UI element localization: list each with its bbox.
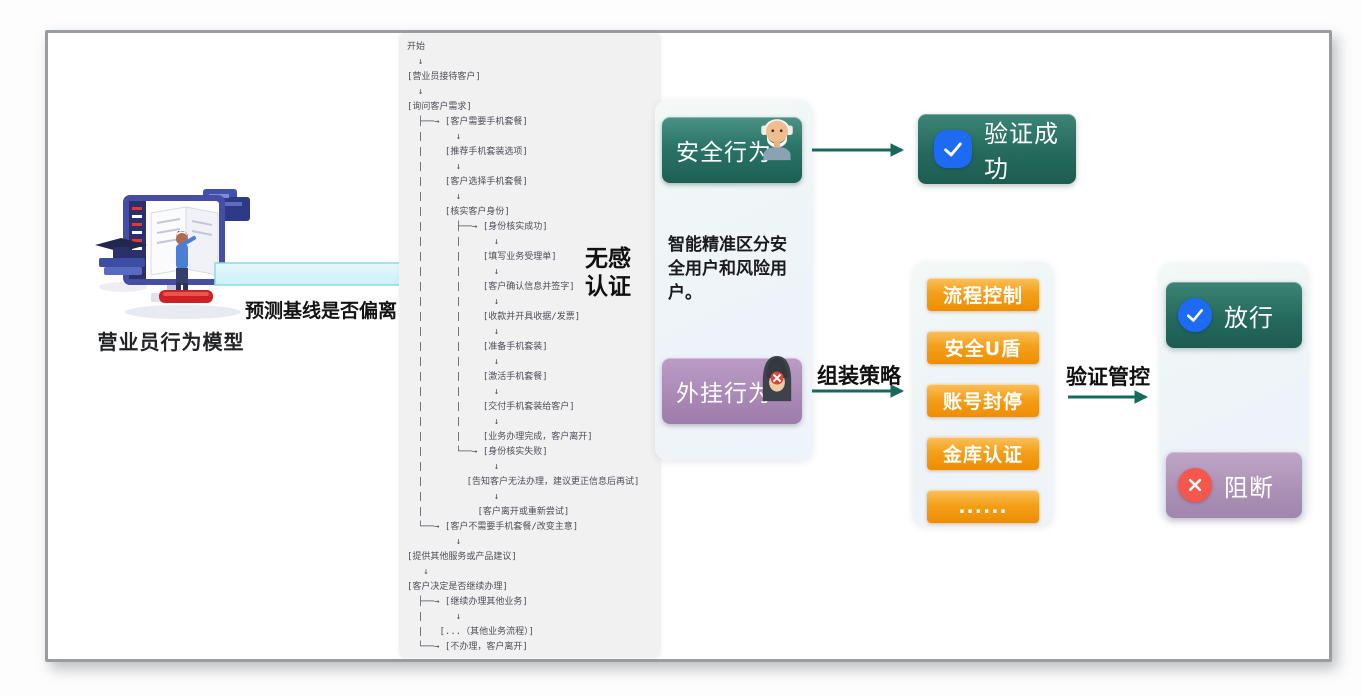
flowchart-line: | [核实客户身份] [407, 205, 657, 220]
flowchart-line: ↓ [407, 565, 657, 580]
flowchart-line: | [告知客户无法办理，建议更正信息后再试] [407, 475, 657, 490]
flowchart-line: | | ↓ [407, 355, 657, 370]
seamless-auth-label: 无感 认证 [585, 245, 631, 301]
flowchart-line: ↓ [407, 535, 657, 550]
flowchart-line: ↓ [407, 85, 657, 100]
strategy-button: 账号封停 [927, 384, 1039, 417]
strategy-button: 金库认证 [927, 437, 1039, 470]
check-icon [1178, 298, 1212, 332]
assemble-strategy-label: 组装策略 [817, 360, 901, 390]
cross-icon [1178, 468, 1212, 502]
flowchart-line: | | ↓ [407, 325, 657, 340]
flowchart-line: | ↓ [407, 190, 657, 205]
strategy-button: 流程控制 [927, 278, 1039, 311]
flowchart-line: | | [激活手机套餐] [407, 370, 657, 385]
flowchart-line: | | ↓ [407, 385, 657, 400]
flowchart-line: | | [交付手机套装给客户] [407, 400, 657, 415]
allow-node: 放行 [1166, 282, 1302, 348]
flowchart-line: | [...（其他业务流程）] [407, 625, 657, 640]
flowchart-text: 开始 ↓[营业员接待客户] ↓[询问客户需求] ├──→ [客户需要手机套餐] … [399, 33, 661, 655]
flowchart-line: | ↓ [407, 460, 657, 475]
block-label: 阻断 [1224, 468, 1274, 503]
verify-control-label: 验证管控 [1066, 361, 1150, 391]
flowchart-line: 开始 [407, 40, 657, 55]
flowchart-line: └──→ [不办理，客户离开] [407, 640, 657, 655]
flowchart-line: ├──→ [客户需要手机套餐] [407, 115, 657, 130]
flowchart-line: | [客户离开或重新尝试] [407, 505, 657, 520]
flowchart-line: | ↓ [407, 130, 657, 145]
flowchart-line: [营业员接待客户] [407, 70, 657, 85]
business-flowchart-panel: 开始 ↓[营业员接待客户] ↓[询问客户需求] ├──→ [客户需要手机套餐] … [399, 33, 661, 658]
flowchart-line: [询问客户需求] [407, 100, 657, 115]
flowchart-line: ↓ [407, 55, 657, 70]
flowchart-line: | ↓ [407, 160, 657, 175]
verify-success-node: 验证成功 [918, 114, 1076, 184]
flowchart-line: | [推荐手机套装选项] [407, 145, 657, 160]
flowchart-line: | ↓ [407, 610, 657, 625]
strategy-button: ...... [927, 490, 1039, 523]
allow-label: 放行 [1224, 298, 1274, 333]
strategy-button: 安全U盾 [927, 331, 1039, 364]
flowchart-line: | └──→ [身份核实失败] [407, 445, 657, 460]
flowchart-line: | ↓ [407, 490, 657, 505]
check-icon [934, 130, 972, 168]
flowchart-line: | | [收款并开具收据/发票] [407, 310, 657, 325]
model-caption: 营业员行为模型 [75, 326, 267, 355]
slide-canvas: 营业员行为模型 预测基线是否偏离 开始 ↓[营业员接待客户] [0, 0, 1361, 696]
elder-user-avatar [756, 113, 798, 161]
strategy-panel: 流程控制安全U盾账号封停金库认证...... [913, 262, 1053, 525]
risk-behavior-node: 外挂行为 [662, 358, 802, 424]
block-node: 阻断 [1166, 452, 1302, 518]
hooded-hacker-avatar [756, 354, 798, 402]
classification-description: 智能精准区分安全用户和风险用户。 [668, 233, 800, 305]
flowchart-line: | | [业务办理完成，客户离开] [407, 430, 657, 445]
behavior-model-illustration [85, 183, 263, 323]
flowchart-line: └──→ [客户不需要手机套餐/改变主意] [407, 520, 657, 535]
verify-success-label: 验证成功 [984, 114, 1076, 184]
flowchart-line: | | ↓ [407, 415, 657, 430]
flowchart-line: [客户决定是否继续办理] [407, 580, 657, 595]
prediction-arrow-label: 预测基线是否偏离 [245, 299, 397, 323]
flowchart-line: ├──→ [继续办理其他业务] [407, 595, 657, 610]
flowchart-line: | [客户选择手机套餐] [407, 175, 657, 190]
safe-behavior-node: 安全行为 [662, 117, 802, 183]
flowchart-line: | ├──→ [身份核实成功] [407, 220, 657, 235]
flowchart-line: | | [准备手机套装] [407, 340, 657, 355]
flowchart-line: [提供其他服务或产品建议] [407, 550, 657, 565]
